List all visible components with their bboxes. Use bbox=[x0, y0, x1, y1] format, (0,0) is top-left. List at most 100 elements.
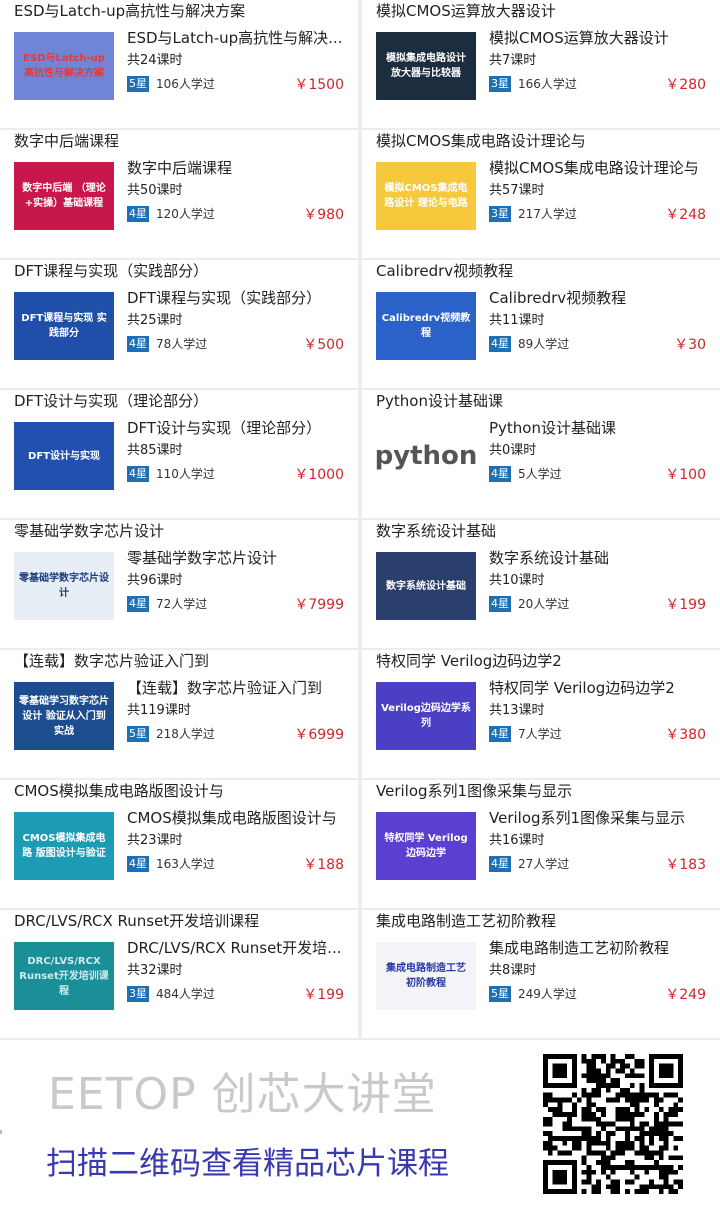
footer-slogan: 扫描二维码查看精品芯片课程 bbox=[46, 1146, 449, 1182]
thumbnail-caption: DFT设计与实现 bbox=[28, 450, 100, 462]
lesson-count: 共7课时 bbox=[489, 53, 537, 68]
course-heading: 【连载】数字芯片验证入门到 bbox=[14, 652, 210, 670]
learner-count: 89人学过 bbox=[518, 337, 570, 351]
course-card[interactable]: 【连载】数字芯片验证入门到 零基础学习数字芯片设计 验证从入门到实战 【连载】数字芯… bbox=[0, 650, 358, 778]
course-thumbnail[interactable]: Verilog边码边学系列 bbox=[376, 682, 476, 750]
star-badge: 4星 bbox=[489, 336, 511, 352]
course-card[interactable]: CMOS模拟集成电路版图设计与 CMOS模拟集成电路 版图设计与验证 CMOS模拟集… bbox=[0, 780, 358, 908]
thumbnail-caption: 集成电路制造工艺 初阶教程 bbox=[386, 963, 466, 989]
star-badge: 4星 bbox=[489, 726, 511, 742]
thumbnail-caption: Verilog边码边学系列 bbox=[381, 703, 471, 729]
course-name[interactable]: 特权同学 Verilog边码边学2 bbox=[489, 678, 711, 698]
course-name[interactable]: 零基础学数字芯片设计 bbox=[127, 548, 349, 568]
course-price: ￥1000 bbox=[294, 467, 344, 483]
course-thumbnail[interactable]: DFT设计与实现 bbox=[14, 422, 114, 490]
lesson-count: 共10课时 bbox=[489, 573, 545, 588]
course-card[interactable]: Calibredrv视频教程 Calibredrv视频教程 Calibredrv视频… bbox=[362, 260, 720, 388]
course-name[interactable]: Python设计基础课 bbox=[489, 418, 711, 438]
course-card[interactable]: Verilog系列1图像采集与显示 特权同学 Verilog边码边学 Verilog… bbox=[362, 780, 720, 908]
course-card[interactable]: 模拟CMOS集成电路设计理论与 模拟CMOS集成电路设计 理论与电路 模拟CMOS集… bbox=[362, 130, 720, 258]
edge-marker bbox=[0, 1130, 2, 1134]
learner-count: 217人学过 bbox=[518, 207, 577, 221]
course-card[interactable]: 模拟CMOS运算放大器设计 模拟集成电路设计 放大器与比较器 模拟CMOS运算放大器… bbox=[362, 0, 720, 128]
course-card[interactable]: ESD与Latch-up高抗性与解决方案 ESD与Latch-up 高抗性与解决方… bbox=[0, 0, 358, 128]
course-name[interactable]: Calibredrv视频教程 bbox=[489, 288, 711, 308]
lesson-count: 共13课时 bbox=[489, 703, 545, 718]
course-thumbnail[interactable]: 零基础学习数字芯片设计 验证从入门到实战 bbox=[14, 682, 114, 750]
course-card[interactable]: Python设计基础课 python Python设计基础课 共0课时 4星 5人学过 ￥1… bbox=[362, 390, 720, 518]
course-card[interactable]: DFT设计与实现（理论部分） DFT设计与实现 DFT设计与实现（理论部分） 共85课… bbox=[0, 390, 358, 518]
course-heading: 零基础学数字芯片设计 bbox=[14, 522, 165, 540]
lesson-count: 共96课时 bbox=[127, 573, 183, 588]
course-name[interactable]: ESD与Latch-up高抗性与解决... bbox=[127, 28, 349, 48]
star-badge: 4星 bbox=[127, 856, 149, 872]
qr-code-icon[interactable] bbox=[543, 1054, 683, 1194]
course-thumbnail[interactable]: DRC/LVS/RCX Runset开发培训课程 bbox=[14, 942, 114, 1010]
lesson-count: 共23课时 bbox=[127, 833, 183, 848]
learner-count: 106人学过 bbox=[156, 77, 215, 91]
course-price: ￥248 bbox=[665, 207, 706, 223]
course-thumbnail[interactable]: 数字系统设计基础 bbox=[376, 552, 476, 620]
lesson-count: 共119课时 bbox=[127, 703, 191, 718]
course-price: ￥199 bbox=[665, 597, 706, 613]
course-name[interactable]: 模拟CMOS集成电路设计理论与 bbox=[489, 158, 711, 178]
course-heading: DRC/LVS/RCX Runset开发培训课程 bbox=[14, 912, 260, 930]
course-card[interactable]: 集成电路制造工艺初阶教程 集成电路制造工艺 初阶教程 集成电路制造工艺初阶教程 共8课… bbox=[362, 910, 720, 1038]
thumbnail-caption: 数字中后端 （理论+实操）基础课程 bbox=[22, 183, 106, 209]
lesson-count: 共0课时 bbox=[489, 443, 537, 458]
thumbnail-caption: ESD与Latch-up 高抗性与解决方案 bbox=[23, 53, 105, 79]
course-card[interactable]: DFT课程与实现（实践部分） DFT课程与实现 实践部分 DFT课程与实现（实践部分… bbox=[0, 260, 358, 388]
course-thumbnail[interactable]: Calibredrv视频教程 bbox=[376, 292, 476, 360]
course-name[interactable]: 数字系统设计基础 bbox=[489, 548, 711, 568]
star-badge: 4星 bbox=[489, 596, 511, 612]
course-card[interactable]: 数字中后端课程 数字中后端 （理论+实操）基础课程 数字中后端课程 共50课时 4星 12… bbox=[0, 130, 358, 258]
course-name[interactable]: 集成电路制造工艺初阶教程 bbox=[489, 938, 711, 958]
learner-count: 5人学过 bbox=[518, 467, 562, 481]
learner-count: 218人学过 bbox=[156, 727, 215, 741]
course-price: ￥199 bbox=[303, 987, 344, 1003]
learner-count: 7人学过 bbox=[518, 727, 562, 741]
course-thumbnail[interactable]: CMOS模拟集成电路 版图设计与验证 bbox=[14, 812, 114, 880]
course-name[interactable]: CMOS模拟集成电路版图设计与 bbox=[127, 808, 349, 828]
learner-count: 72人学过 bbox=[156, 597, 208, 611]
star-badge: 5星 bbox=[127, 726, 149, 742]
course-heading: 模拟CMOS集成电路设计理论与 bbox=[376, 132, 586, 150]
course-thumbnail[interactable]: 数字中后端 （理论+实操）基础课程 bbox=[14, 162, 114, 230]
star-badge: 4星 bbox=[127, 336, 149, 352]
star-badge: 4星 bbox=[127, 206, 149, 222]
star-badge: 3星 bbox=[127, 986, 149, 1002]
course-thumbnail[interactable]: python bbox=[376, 422, 476, 490]
thumbnail-caption: DRC/LVS/RCX Runset开发培训课程 bbox=[19, 955, 109, 997]
star-badge: 4星 bbox=[489, 856, 511, 872]
course-price: ￥188 bbox=[303, 857, 344, 873]
learner-count: 78人学过 bbox=[156, 337, 208, 351]
course-thumbnail[interactable]: 模拟CMOS集成电路设计 理论与电路 bbox=[376, 162, 476, 230]
course-name[interactable]: DFT课程与实现（实践部分） bbox=[127, 288, 349, 308]
course-card[interactable]: 零基础学数字芯片设计 零基础学数字芯片设计 零基础学数字芯片设计 共96课时 4星 72人… bbox=[0, 520, 358, 648]
course-thumbnail[interactable]: 特权同学 Verilog边码边学 bbox=[376, 812, 476, 880]
course-thumbnail[interactable]: ESD与Latch-up 高抗性与解决方案 bbox=[14, 32, 114, 100]
thumbnail-caption: 零基础学数字芯片设计 bbox=[19, 573, 109, 599]
course-name[interactable]: Verilog系列1图像采集与显示 bbox=[489, 808, 711, 828]
thumbnail-caption: 数字系统设计基础 bbox=[386, 580, 466, 592]
thumbnail-caption: 模拟集成电路设计 放大器与比较器 bbox=[386, 53, 466, 79]
learner-count: 110人学过 bbox=[156, 467, 215, 481]
course-name[interactable]: 数字中后端课程 bbox=[127, 158, 349, 178]
course-card[interactable]: DRC/LVS/RCX Runset开发培训课程 DRC/LVS/RCX Runs… bbox=[0, 910, 358, 1038]
course-name[interactable]: 【连载】数字芯片验证入门到 bbox=[127, 678, 349, 698]
course-name[interactable]: DFT设计与实现（理论部分） bbox=[127, 418, 349, 438]
course-thumbnail[interactable]: 零基础学数字芯片设计 bbox=[14, 552, 114, 620]
learner-count: 166人学过 bbox=[518, 77, 577, 91]
course-thumbnail[interactable]: 集成电路制造工艺 初阶教程 bbox=[376, 942, 476, 1010]
learner-count: 163人学过 bbox=[156, 857, 215, 871]
course-card[interactable]: 数字系统设计基础 数字系统设计基础 数字系统设计基础 共10课时 4星 20人学过 ￥199 bbox=[362, 520, 720, 648]
thumbnail-caption: CMOS模拟集成电路 版图设计与验证 bbox=[22, 833, 106, 859]
course-name[interactable]: DRC/LVS/RCX Runset开发培... bbox=[127, 938, 349, 958]
course-thumbnail[interactable]: 模拟集成电路设计 放大器与比较器 bbox=[376, 32, 476, 100]
course-thumbnail[interactable]: DFT课程与实现 实践部分 bbox=[14, 292, 114, 360]
course-heading: Verilog系列1图像采集与显示 bbox=[376, 782, 573, 800]
course-card[interactable]: 特权同学 Verilog边码边学2 Verilog边码边学系列 特权同学 Veril… bbox=[362, 650, 720, 778]
lesson-count: 共16课时 bbox=[489, 833, 545, 848]
course-price: ￥1500 bbox=[294, 77, 344, 93]
course-name[interactable]: 模拟CMOS运算放大器设计 bbox=[489, 28, 711, 48]
